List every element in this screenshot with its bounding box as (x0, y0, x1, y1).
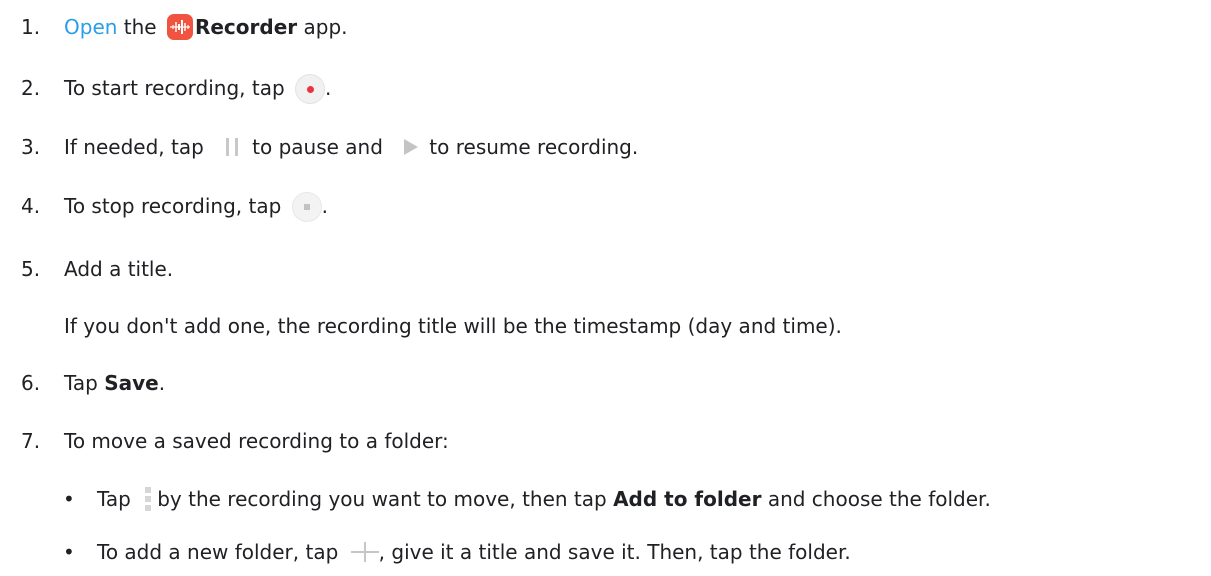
step-number: 4. (21, 194, 41, 218)
step-text: To stop recording, tap . (64, 191, 328, 223)
record-button-icon (295, 73, 326, 104)
step-number: 1. (21, 15, 41, 39)
step-3: 3. If needed, tap to pause and to resume… (0, 132, 1211, 162)
step-number: 3. (21, 135, 41, 159)
more-options-icon (143, 486, 153, 512)
step-text: Tap Save. (64, 371, 166, 395)
open-link[interactable]: Open (64, 15, 117, 39)
step-number: 7. (21, 429, 41, 453)
step-text: If needed, tap to pause and to resume re… (64, 135, 639, 159)
step-1: 1. Open the Recorder app. (0, 12, 1211, 42)
bullet-text: Tap by the recording you want to move, t… (97, 486, 991, 512)
bullet-item-1: • Tap by the recording you want to move,… (0, 484, 1211, 514)
save-label: Save (104, 371, 159, 395)
recorder-app-icon (166, 13, 193, 40)
bullet-dot: • (63, 540, 75, 564)
step-text: Add a title. (64, 257, 174, 281)
step-text: Open the Recorder app. (64, 13, 348, 40)
step-number: 6. (21, 371, 41, 395)
add-to-folder-label: Add to folder (613, 487, 762, 511)
step-4: 4. To stop recording, tap . (0, 191, 1211, 223)
step-text: To move a saved recording to a folder: (64, 429, 449, 453)
step-2: 2. To start recording, tap . (0, 73, 1211, 105)
step-6: 6. Tap Save. (0, 368, 1211, 398)
stop-button-icon (291, 191, 322, 222)
step-text: To start recording, tap . (64, 73, 331, 105)
bullet-text: To add a new folder, tap , give it a tit… (97, 540, 851, 564)
app-name: Recorder (194, 15, 298, 39)
play-icon (401, 137, 421, 157)
step-number: 5. (21, 257, 41, 281)
step-7: 7. To move a saved recording to a folder… (0, 426, 1211, 456)
bullet-item-2: • To add a new folder, tap , give it a t… (0, 537, 1211, 567)
step-5-note: If you don't add one, the recording titl… (64, 314, 842, 338)
pause-icon (222, 137, 244, 157)
plus-icon (350, 541, 379, 562)
step-5: 5. Add a title. (0, 254, 1211, 284)
bullet-dot: • (63, 487, 75, 511)
step-number: 2. (21, 76, 41, 100)
